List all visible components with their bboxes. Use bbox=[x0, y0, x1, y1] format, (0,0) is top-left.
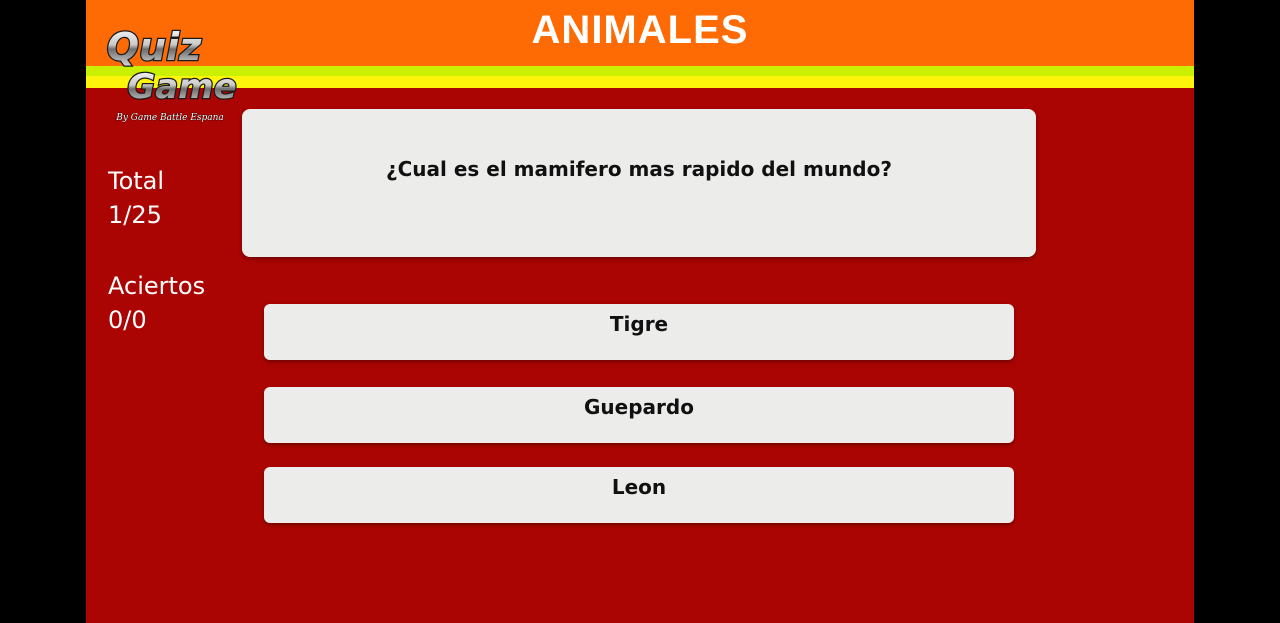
answer-button-guepardo[interactable]: Guepardo bbox=[264, 387, 1014, 443]
stripe-yellow bbox=[86, 76, 1194, 88]
logo-line-game: Game bbox=[127, 67, 236, 107]
total-label: Total bbox=[108, 167, 165, 195]
question-text: ¿Cual es el mamifero mas rapido del mund… bbox=[386, 157, 892, 181]
quiz-game-logo: Quiz Game By Game Battle Espana bbox=[106, 24, 238, 124]
answer-label: Guepardo bbox=[584, 395, 694, 419]
hits-value: 0/0 bbox=[108, 306, 147, 334]
stripe-lime bbox=[86, 66, 1194, 76]
header-stripe bbox=[86, 66, 1194, 88]
question-card: ¿Cual es el mamifero mas rapido del mund… bbox=[242, 109, 1036, 257]
answer-label: Leon bbox=[611, 475, 667, 499]
category-title: ANIMALES bbox=[531, 8, 749, 52]
answer-button-leon[interactable]: Leon bbox=[264, 467, 1014, 523]
hits-label: Aciertos bbox=[108, 272, 206, 300]
header-bar: ANIMALES bbox=[86, 0, 1194, 66]
quiz-screen: ANIMALES Quiz Game By Game Battle Espana… bbox=[86, 0, 1194, 623]
logo-tagline: By Game Battle Espana bbox=[115, 113, 224, 123]
logo-line-quiz: Quiz bbox=[107, 25, 202, 69]
answer-label: Tigre bbox=[609, 312, 669, 336]
total-value: 1/25 bbox=[108, 201, 162, 229]
hits-counter: Aciertos 0/0 bbox=[108, 269, 205, 337]
answer-button-tigre[interactable]: Tigre bbox=[264, 304, 1014, 360]
total-counter: Total 1/25 bbox=[108, 164, 164, 232]
